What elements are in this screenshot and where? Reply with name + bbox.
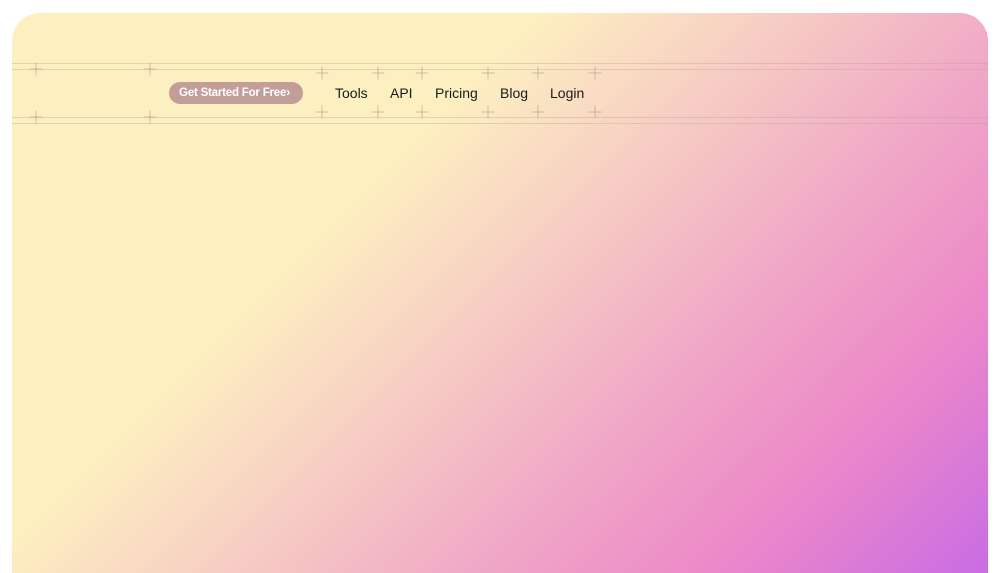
nav-link-blog[interactable]: Blog (500, 85, 528, 101)
top-navigation: Get Started For Free › Tools API Pricing… (12, 13, 988, 133)
nav-link-tools[interactable]: Tools (335, 85, 368, 101)
chevron-right-icon: › (286, 85, 290, 99)
get-started-button[interactable]: Get Started For Free › (169, 82, 303, 104)
get-started-label: Get Started For Free (179, 87, 287, 99)
hero-background: Get Started For Free › Tools API Pricing… (12, 13, 988, 573)
nav-link-login[interactable]: Login (550, 85, 584, 101)
nav-link-pricing[interactable]: Pricing (435, 85, 478, 101)
nav-link-api[interactable]: API (390, 85, 413, 101)
